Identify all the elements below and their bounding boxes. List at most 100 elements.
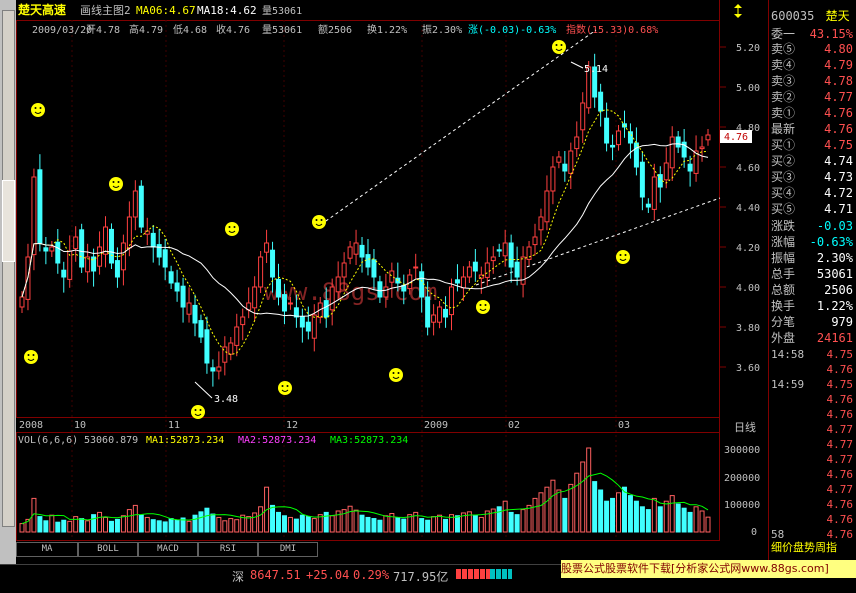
volume-bar — [556, 489, 562, 533]
buy-level-label: 买① — [771, 138, 796, 152]
scrollbar-thumb[interactable] — [2, 180, 15, 262]
candle-body — [437, 306, 443, 323]
candle-body — [544, 190, 550, 223]
candle-body — [305, 321, 311, 332]
tick-row: 4.76 — [771, 362, 855, 377]
candle-body — [645, 203, 651, 208]
candle-body — [371, 259, 377, 278]
smiley-icon — [225, 222, 239, 236]
volume-bar — [228, 518, 234, 533]
candle-body — [186, 302, 192, 315]
volume-bar — [204, 507, 210, 533]
candle-body — [604, 117, 610, 144]
volume-bar — [258, 506, 264, 533]
smiley-icon — [389, 368, 403, 382]
candle-body — [431, 314, 437, 323]
stat-row: 换手 1.22% — [771, 298, 855, 314]
price-axis-label: 3.80 — [736, 323, 760, 334]
quote-change: 涨(-0.03)-0.63% — [468, 24, 556, 36]
candle-body — [240, 316, 246, 326]
smiley-icon — [191, 405, 205, 419]
stat-row: 涨跌 -0.03 — [771, 218, 855, 234]
sell-level-label: 卖④ — [771, 58, 796, 72]
tab-macd[interactable]: MACD — [138, 542, 198, 557]
period-label[interactable]: 日线 — [734, 420, 756, 434]
candle-body — [639, 161, 645, 198]
volume-bar — [108, 520, 114, 533]
tab-ma[interactable]: MA — [16, 542, 78, 557]
stock-name: 楚天高速 — [17, 2, 66, 17]
candle-body — [114, 260, 120, 278]
volume-bar — [347, 505, 353, 533]
candle-body — [270, 249, 276, 278]
smiley-icon — [24, 350, 38, 364]
quote-close: 收4.76 — [216, 23, 250, 36]
volume-bar — [305, 516, 311, 533]
left-scrollbar[interactable] — [0, 0, 16, 592]
market-breadth-bar — [456, 569, 512, 579]
vol-ma1: MA1:52873.234 — [146, 435, 224, 446]
status-index: 8647.51 — [250, 568, 301, 582]
price-axis-label: 4.60 — [736, 163, 760, 174]
volume-bar — [472, 514, 478, 533]
candle-body — [61, 269, 67, 278]
sell-level-value: 4.77 — [824, 90, 853, 104]
candle-body — [347, 246, 353, 259]
candle-body — [669, 136, 675, 169]
candle-body — [323, 300, 329, 318]
ad-banner[interactable]: 股票公式股票软件下载[分析家公式网www.88gs.com] — [561, 560, 856, 578]
volume-bar — [49, 514, 55, 533]
volume-bar — [144, 516, 150, 533]
kline-chart[interactable]: 楚天高速 画线主图2 MA06:4.67 MA18:4.62 2009/03/2… — [16, 0, 768, 564]
resistance-trendline — [315, 29, 597, 229]
tab-boll[interactable]: BOLL — [78, 542, 138, 557]
volume-bar — [610, 497, 616, 533]
stat-label: 涨跌 — [771, 219, 796, 233]
buy-level-value: 4.74 — [824, 154, 853, 168]
candle-body — [657, 174, 663, 188]
stat-row: 振幅 2.30% — [771, 250, 855, 266]
candle-body — [335, 276, 341, 293]
volume-bar — [103, 516, 109, 533]
candle-body — [514, 261, 520, 278]
weibi-row: 委一 43.15% — [771, 26, 855, 42]
volume-bar — [526, 504, 532, 533]
volume-bar — [598, 489, 604, 533]
vol-title: VOL(6,6,6) — [18, 435, 78, 446]
stat-value: 1.22% — [816, 299, 853, 313]
buy-level-value: 4.71 — [824, 202, 853, 216]
tick-price: 4.77 — [826, 453, 854, 466]
candle-body — [502, 242, 508, 257]
buy-level-row: 买⑤ 4.71 — [771, 201, 855, 217]
stat-row: 分笔 979 — [771, 314, 855, 330]
candle-body — [454, 279, 460, 284]
volume-bar — [544, 486, 550, 533]
scrollbar-track[interactable] — [2, 10, 15, 527]
volume-bar — [383, 515, 389, 533]
sell-level-label: 卖③ — [771, 74, 796, 88]
volume-bar — [431, 516, 437, 533]
panel-footer[interactable]: 细价盘势周指 — [771, 540, 855, 556]
volume-bar — [616, 492, 622, 533]
smiley-icon — [312, 215, 326, 229]
volume-bar — [687, 511, 693, 533]
volume-bar — [538, 492, 544, 533]
arrows-icon[interactable] — [732, 4, 744, 18]
tab-rsi[interactable]: RSI — [198, 542, 258, 557]
tick-price: 4.76 — [826, 363, 854, 376]
volume-bar — [287, 516, 293, 533]
volume-bar — [246, 516, 252, 533]
tick-row: 4.77 — [771, 437, 855, 452]
current-price-tag-value: 4.76 — [724, 132, 748, 143]
volume-bar — [168, 518, 174, 533]
tab-dmi[interactable]: DMI — [258, 542, 318, 557]
candle-body — [281, 294, 287, 312]
volume-bar — [604, 500, 610, 533]
candle-body — [276, 278, 282, 298]
volume-bar — [425, 519, 431, 533]
chart-title: 画线主图2 — [80, 3, 131, 17]
code-row: 600035 楚天 — [771, 8, 855, 24]
candle-body — [496, 249, 502, 252]
candle-body — [264, 242, 270, 253]
volume-bar — [150, 519, 156, 533]
